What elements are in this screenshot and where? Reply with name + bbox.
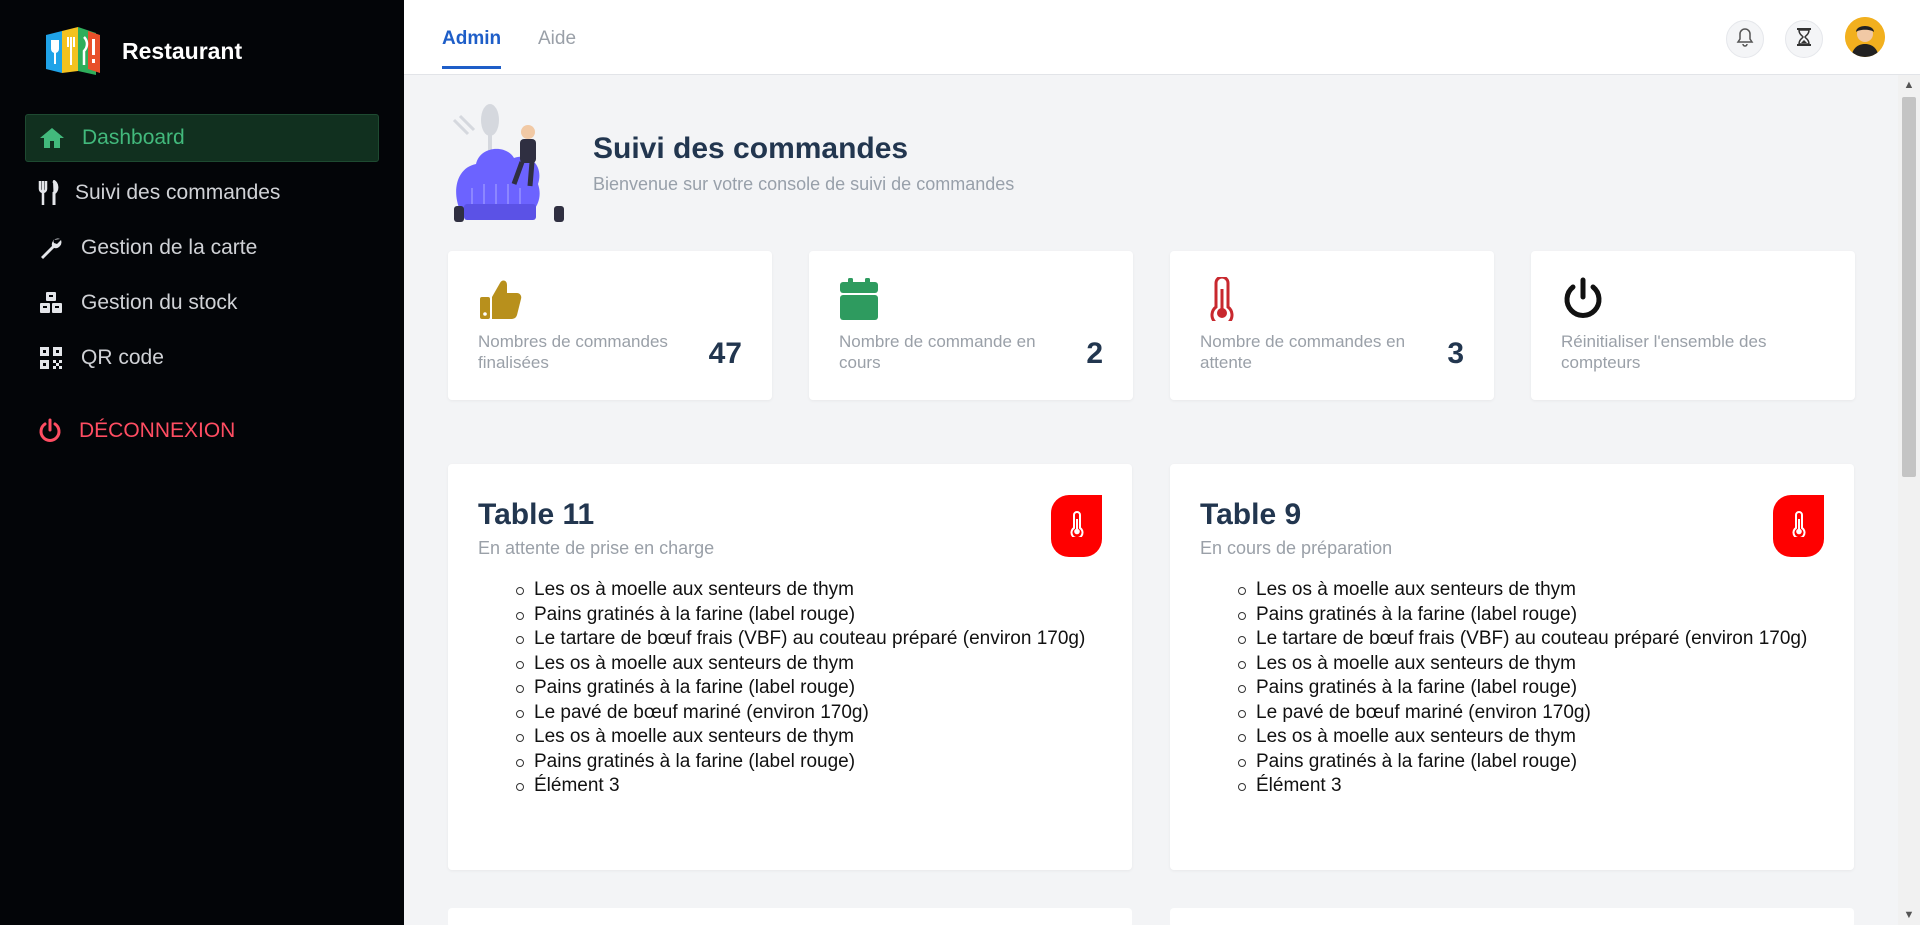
list-item: Les os à moelle aux senteurs de thym	[1238, 578, 1816, 603]
tab-aide[interactable]: Aide	[538, 28, 576, 66]
sidebar: Restaurant Dashboard Suivi des commandes…	[0, 0, 404, 925]
sidebar-item-gestion-stock[interactable]: Gestion du stock	[25, 279, 379, 327]
notifications-button[interactable]	[1726, 20, 1764, 58]
order-table-title: Table 11	[478, 498, 595, 531]
thermometer-icon	[1069, 510, 1085, 542]
list-item: Les os à moelle aux senteurs de thym	[516, 725, 1094, 750]
list-item: Le pavé de bœuf mariné (environ 170g)	[516, 701, 1094, 726]
stat-value: 2	[1086, 337, 1103, 370]
order-card-next[interactable]	[448, 908, 1132, 925]
tab-admin[interactable]: Admin	[442, 28, 502, 69]
list-item: Les os à moelle aux senteurs de thym	[516, 578, 1094, 603]
list-item: Pains gratinés à la farine (label rouge)	[516, 750, 1094, 775]
list-item: Pains gratinés à la farine (label rouge)	[516, 676, 1094, 701]
list-item: Pains gratinés à la farine (label rouge)	[1238, 603, 1816, 628]
stat-label: Nombres de commandes finalisées	[478, 332, 668, 372]
bell-icon	[1736, 27, 1754, 52]
thumbs-up-icon	[478, 277, 522, 321]
logout-button[interactable]: DÉCONNEXION	[37, 418, 235, 444]
order-card[interactable]: Table 11 En attente de prise en charge L…	[448, 464, 1132, 870]
thermometer-icon	[1791, 510, 1807, 542]
wrench-icon	[37, 234, 65, 262]
list-item: Les os à moelle aux senteurs de thym	[1238, 652, 1816, 677]
order-status: En attente de prise en charge	[478, 538, 715, 558]
page-subtitle: Bienvenue sur votre console de suivi de …	[593, 174, 1015, 194]
stat-value: 3	[1447, 337, 1464, 370]
app-name: Restaurant	[122, 37, 243, 64]
sidebar-item-qr-code[interactable]: QR code	[25, 334, 379, 382]
sidebar-item-suivi-commandes[interactable]: Suivi des commandes	[25, 169, 379, 217]
order-card[interactable]: Table 9 En cours de préparation Les os à…	[1170, 464, 1854, 870]
topbar: Admin Aide	[404, 0, 1920, 75]
brand[interactable]: Restaurant	[44, 25, 242, 77]
utensils-icon	[35, 179, 63, 207]
home-icon	[38, 124, 66, 152]
reset-counters-card[interactable]: Réinitialiser l'ensemble des compteurs	[1531, 251, 1855, 400]
boxes-icon	[37, 289, 65, 317]
stat-label: Réinitialiser l'ensemble des compteurs	[1561, 332, 1767, 372]
history-button[interactable]	[1785, 20, 1823, 58]
stat-card-pending: Nombre de commandes en attente 3	[1170, 251, 1494, 400]
order-card-next[interactable]	[1170, 908, 1854, 925]
list-item: Élément 3	[516, 774, 1094, 799]
order-priority-badge[interactable]	[1051, 495, 1102, 557]
page-scrollbar[interactable]: ▲ ▼	[1898, 75, 1920, 925]
restaurant-logo	[44, 25, 100, 77]
order-items-list: Les os à moelle aux senteurs de thym Pai…	[1238, 578, 1816, 799]
calendar-icon	[839, 277, 883, 321]
list-item: Le pavé de bœuf mariné (environ 170g)	[1238, 701, 1816, 726]
sidebar-item-label: Dashboard	[82, 126, 185, 149]
qr-code-icon	[37, 344, 65, 372]
sidebar-item-label: Suivi des commandes	[75, 181, 281, 204]
list-item: Pains gratinés à la farine (label rouge)	[1238, 750, 1816, 775]
sidebar-item-label: Gestion du stock	[81, 291, 238, 314]
stat-label: Nombre de commandes en attente	[1200, 332, 1406, 372]
scroll-up-arrow-icon[interactable]: ▲	[1903, 79, 1915, 91]
logout-label: DÉCONNEXION	[79, 419, 236, 442]
list-item: Les os à moelle aux senteurs de thym	[516, 652, 1094, 677]
list-item: Pains gratinés à la farine (label rouge)	[516, 603, 1094, 628]
scroll-thumb[interactable]	[1902, 97, 1916, 477]
order-table-title: Table 9	[1200, 498, 1302, 531]
list-item: Le tartare de bœuf frais (VBF) au coutea…	[1238, 627, 1816, 652]
order-status: En cours de préparation	[1200, 538, 1393, 558]
hourglass-icon	[1796, 27, 1812, 52]
power-icon	[1561, 277, 1605, 321]
sidebar-nav: Dashboard Suivi des commandes Gestion de…	[25, 114, 379, 389]
stat-card-finalized: Nombres de commandes finalisées 47	[448, 251, 772, 400]
sidebar-item-label: Gestion de la carte	[81, 236, 258, 259]
power-icon	[37, 418, 63, 444]
sidebar-item-gestion-carte[interactable]: Gestion de la carte	[25, 224, 379, 272]
order-priority-badge[interactable]	[1773, 495, 1824, 557]
sidebar-item-dashboard[interactable]: Dashboard	[25, 114, 379, 162]
scroll-down-arrow-icon[interactable]: ▼	[1903, 909, 1915, 921]
stat-label: Nombre de commande en cours	[839, 332, 1036, 372]
list-item: Élément 3	[1238, 774, 1816, 799]
order-items-list: Les os à moelle aux senteurs de thym Pai…	[516, 578, 1094, 799]
list-item: Pains gratinés à la farine (label rouge)	[1238, 676, 1816, 701]
page-title: Suivi des commandes	[593, 132, 909, 165]
list-item: Le tartare de bœuf frais (VBF) au coutea…	[516, 627, 1094, 652]
stat-value: 47	[708, 337, 742, 370]
list-item: Les os à moelle aux senteurs de thym	[1238, 725, 1816, 750]
chef-hat-illustration	[448, 98, 568, 228]
sidebar-item-label: QR code	[81, 346, 164, 369]
user-avatar[interactable]	[1845, 17, 1885, 57]
stat-card-in-progress: Nombre de commande en cours 2	[809, 251, 1133, 400]
thermometer-icon	[1200, 275, 1244, 327]
